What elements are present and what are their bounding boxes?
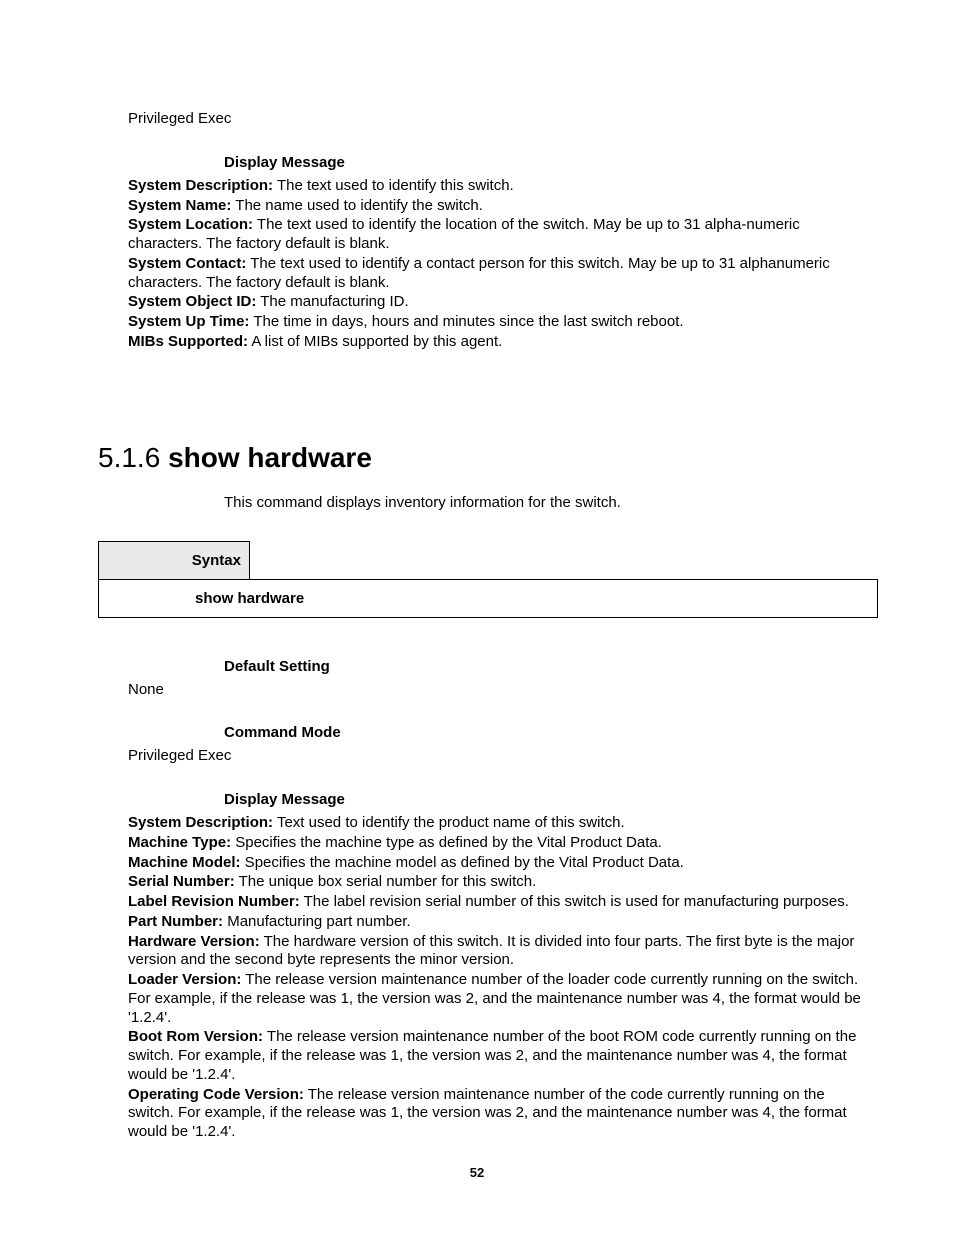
top-priv-exec: Privileged Exec [128, 110, 874, 129]
top-field-list: System Description: The text used to ide… [128, 177, 874, 352]
top-display-message-heading: Display Message [224, 154, 874, 171]
default-setting-heading: Default Setting [224, 658, 874, 675]
field-label: Loader Version: [128, 971, 241, 988]
field-line: System Description: The text used to ide… [128, 177, 874, 196]
default-setting-value: None [128, 681, 874, 700]
field-line: Label Revision Number: The label revisio… [128, 893, 874, 912]
field-label: System Description: [128, 814, 273, 831]
syntax-box: Syntax show hardware [98, 541, 878, 618]
field-label: System Up Time: [128, 313, 249, 330]
command-mode-value: Privileged Exec [128, 747, 874, 766]
field-line: System Contact: The text used to identif… [128, 255, 874, 293]
field-label: System Name: [128, 197, 231, 214]
field-line: Loader Version: The release version main… [128, 971, 874, 1027]
field-label: Part Number: [128, 913, 223, 930]
field-line: MIBs Supported: A list of MIBs supported… [128, 333, 874, 352]
section-number: 5.1.6 [98, 442, 168, 473]
syntax-label: Syntax [98, 541, 250, 580]
field-label: MIBs Supported: [128, 333, 248, 350]
field-desc: The label revision serial number of this… [300, 893, 849, 910]
field-label: System Object ID: [128, 293, 256, 310]
field-desc: Manufacturing part number. [223, 913, 411, 930]
field-line: Hardware Version: The hardware version o… [128, 933, 874, 971]
field-line: System Name: The name used to identify t… [128, 197, 874, 216]
field-label: System Contact: [128, 255, 246, 272]
field-line: System Description: Text used to identif… [128, 814, 874, 833]
field-label: Hardware Version: [128, 933, 260, 950]
section-field-list: System Description: Text used to identif… [128, 814, 874, 1142]
field-label: System Location: [128, 216, 253, 233]
field-label: Serial Number: [128, 873, 235, 890]
field-desc: Specifies the machine model as defined b… [241, 854, 684, 871]
field-label: Label Revision Number: [128, 893, 300, 910]
field-line: Operating Code Version: The release vers… [128, 1086, 874, 1142]
field-desc: The manufacturing ID. [256, 293, 408, 310]
field-line: System Up Time: The time in days, hours … [128, 313, 874, 332]
field-line: System Object ID: The manufacturing ID. [128, 293, 874, 312]
section-intro: This command displays inventory informat… [224, 494, 874, 511]
page-number: 52 [0, 1165, 954, 1180]
field-desc: The text used to identify this switch. [273, 177, 514, 194]
field-line: Serial Number: The unique box serial num… [128, 873, 874, 892]
field-line: Boot Rom Version: The release version ma… [128, 1028, 874, 1084]
section-heading: 5.1.6 show hardware [98, 442, 874, 474]
field-desc: The time in days, hours and minutes sinc… [249, 313, 683, 330]
field-label: Operating Code Version: [128, 1086, 304, 1103]
field-desc: The name used to identify the switch. [231, 197, 483, 214]
field-desc: The unique box serial number for this sw… [235, 873, 537, 890]
field-desc: A list of MIBs supported by this agent. [248, 333, 502, 350]
field-label: Machine Type: [128, 834, 231, 851]
document-page: Privileged Exec Display Message System D… [0, 0, 954, 1235]
field-label: Machine Model: [128, 854, 241, 871]
display-message-heading: Display Message [224, 791, 874, 808]
field-label: Boot Rom Version: [128, 1028, 263, 1045]
field-label: System Description: [128, 177, 273, 194]
field-desc: Specifies the machine type as defined by… [231, 834, 662, 851]
syntax-command: show hardware [98, 579, 878, 618]
field-line: System Location: The text used to identi… [128, 216, 874, 254]
section-title: show hardware [168, 442, 372, 473]
field-line: Machine Type: Specifies the machine type… [128, 834, 874, 853]
field-line: Machine Model: Specifies the machine mod… [128, 854, 874, 873]
command-mode-heading: Command Mode [224, 724, 874, 741]
field-desc: Text used to identify the product name o… [273, 814, 625, 831]
field-line: Part Number: Manufacturing part number. [128, 913, 874, 932]
